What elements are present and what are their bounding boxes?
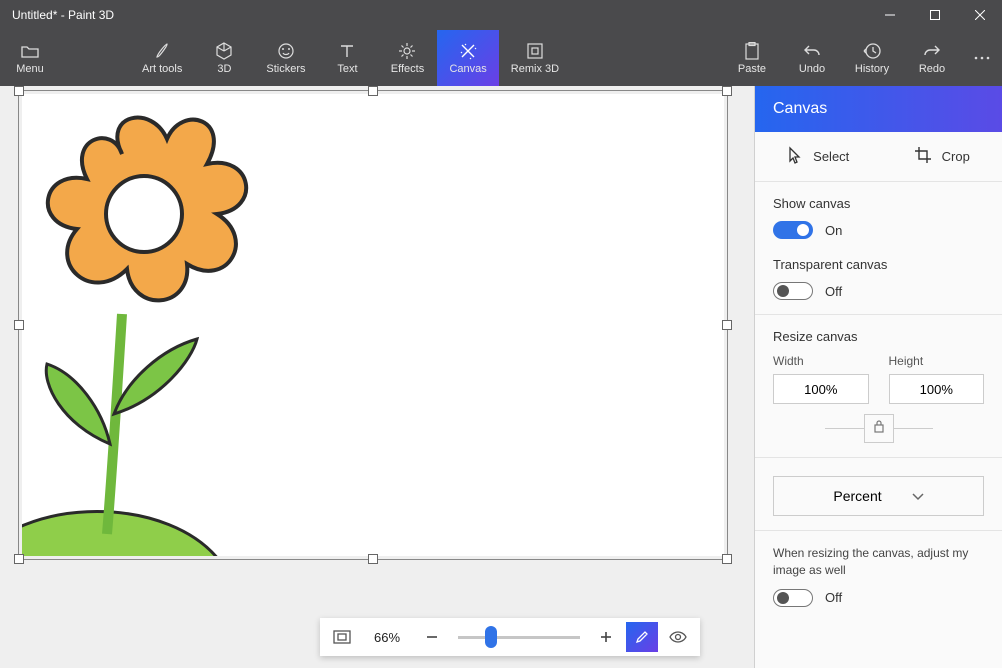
minimize-button[interactable] <box>867 0 912 30</box>
show-canvas-toggle[interactable] <box>773 221 813 239</box>
zoom-in-button[interactable] <box>590 622 622 652</box>
resize-handle[interactable] <box>722 86 732 96</box>
redo-button[interactable]: Redo <box>902 30 962 86</box>
text-button[interactable]: Text <box>317 30 377 86</box>
resize-image-toggle[interactable] <box>773 589 813 607</box>
main-area: 66% Canvas Select Crop Show canvas <box>0 86 1002 668</box>
resize-image-state: Off <box>825 590 842 605</box>
resize-handle[interactable] <box>722 320 732 330</box>
show-canvas-section: Show canvas On Transparent canvas Off <box>755 182 1002 315</box>
cursor-icon <box>787 146 803 167</box>
history-button[interactable]: History <box>842 30 902 86</box>
cube-icon <box>215 41 233 61</box>
sticker-icon <box>277 41 295 61</box>
undo-icon <box>803 41 821 61</box>
chevron-down-icon <box>912 488 924 504</box>
more-icon <box>974 48 990 68</box>
crop-icon <box>914 146 932 167</box>
resize-handle[interactable] <box>14 86 24 96</box>
paste-button[interactable]: Paste <box>722 30 782 86</box>
side-panel: Canvas Select Crop Show canvas On Transp… <box>754 86 1002 668</box>
maximize-button[interactable] <box>912 0 957 30</box>
close-button[interactable] <box>957 0 1002 30</box>
select-crop-row: Select Crop <box>755 132 1002 182</box>
stickers-button[interactable]: Stickers <box>254 30 317 86</box>
effects-button[interactable]: Effects <box>377 30 437 86</box>
edit-mode-button[interactable] <box>626 622 658 652</box>
canvas-workspace[interactable]: 66% <box>0 86 754 668</box>
window-title: Untitled* - Paint 3D <box>12 8 114 22</box>
zoom-bar: 66% <box>320 618 700 656</box>
unit-section: Percent <box>755 458 1002 531</box>
title-bar: Untitled* - Paint 3D <box>0 0 1002 30</box>
menu-button[interactable]: Menu <box>0 30 60 86</box>
lock-icon <box>864 414 894 443</box>
panel-title: Canvas <box>755 86 1002 132</box>
zoom-value[interactable]: 66% <box>362 630 412 645</box>
width-input[interactable] <box>773 374 869 404</box>
transparent-canvas-toggle[interactable] <box>773 282 813 300</box>
3d-button[interactable]: 3D <box>194 30 254 86</box>
effects-icon <box>398 41 416 61</box>
crop-button[interactable]: Crop <box>914 146 970 167</box>
canvas-icon <box>459 41 477 61</box>
main-toolbar: Menu Art tools 3D Stickers Text Effects … <box>0 30 1002 86</box>
resize-handle[interactable] <box>14 554 24 564</box>
unit-dropdown[interactable]: Percent <box>773 476 984 516</box>
undo-button[interactable]: Undo <box>782 30 842 86</box>
zoom-out-button[interactable] <box>416 622 448 652</box>
resize-handle[interactable] <box>14 320 24 330</box>
view-mode-button[interactable] <box>662 622 694 652</box>
canvas-surface[interactable] <box>22 94 724 556</box>
history-icon <box>863 41 881 61</box>
text-icon <box>339 41 355 61</box>
zoom-slider-thumb[interactable] <box>485 626 497 648</box>
resize-section: Resize canvas Width Height <box>755 315 1002 458</box>
resize-handle[interactable] <box>368 554 378 564</box>
resize-hint-section: When resizing the canvas, adjust my imag… <box>755 531 1002 621</box>
canvas-selection[interactable] <box>18 90 728 560</box>
fit-screen-button[interactable] <box>326 622 358 652</box>
folder-icon <box>21 41 39 61</box>
transparent-canvas-state: Off <box>825 284 842 299</box>
resize-handle[interactable] <box>722 554 732 564</box>
redo-icon <box>923 41 941 61</box>
remix-3d-button[interactable]: Remix 3D <box>499 30 571 86</box>
more-button[interactable] <box>962 30 1002 86</box>
paste-icon <box>744 41 760 61</box>
aspect-lock[interactable] <box>773 414 984 443</box>
height-input[interactable] <box>889 374 985 404</box>
canvas-button[interactable]: Canvas <box>437 30 498 86</box>
art-tools-button[interactable]: Art tools <box>130 30 194 86</box>
resize-handle[interactable] <box>368 86 378 96</box>
brush-icon <box>154 41 170 61</box>
remix-icon <box>526 41 544 61</box>
select-button[interactable]: Select <box>787 146 849 167</box>
show-canvas-state: On <box>825 223 842 238</box>
zoom-slider[interactable] <box>458 636 580 639</box>
